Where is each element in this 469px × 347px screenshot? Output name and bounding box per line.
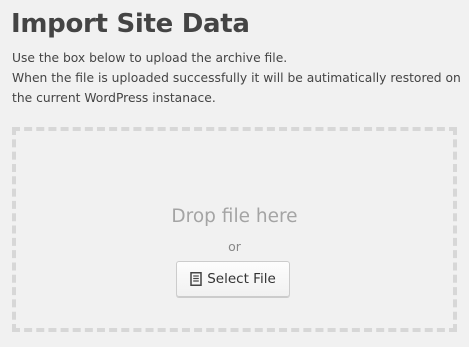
file-text-icon bbox=[190, 272, 202, 286]
instruction-line: When the file is uploaded successfully i… bbox=[12, 71, 461, 85]
drop-file-label: Drop file here bbox=[171, 206, 298, 227]
select-file-button[interactable]: Select File bbox=[176, 261, 290, 297]
instruction-line: Use the box below to upload the archive … bbox=[12, 51, 288, 65]
instructions: Use the box below to upload the archive … bbox=[12, 48, 462, 108]
or-separator: or bbox=[228, 239, 241, 254]
page-title: Import Site Data bbox=[11, 9, 250, 39]
file-dropzone[interactable]: Drop file here or Select File bbox=[12, 127, 457, 332]
select-file-label: Select File bbox=[207, 271, 276, 287]
instruction-line: the current WordPress instanace. bbox=[12, 91, 216, 105]
